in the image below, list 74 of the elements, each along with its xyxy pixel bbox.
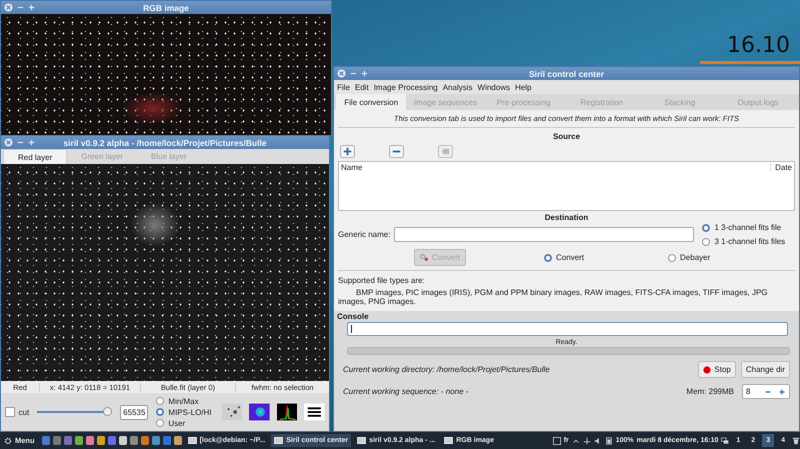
threads-spin-field[interactable]: 8 — [742, 384, 790, 399]
menu-icon[interactable] — [304, 403, 326, 421]
convert-icon — [420, 253, 429, 262]
menu-item[interactable]: Help — [514, 82, 532, 92]
radio-label: User — [168, 418, 186, 428]
close-icon[interactable] — [337, 69, 346, 78]
false-color-preview-icon[interactable] — [249, 403, 270, 421]
column-header[interactable]: Date — [770, 163, 792, 172]
radio-label: 1 3-channel fits file — [714, 223, 782, 232]
stop-button[interactable]: Stop — [698, 361, 736, 378]
radio-label: Convert — [556, 253, 584, 262]
histogram-icon[interactable] — [276, 403, 298, 421]
menu-item[interactable]: File — [337, 82, 350, 92]
battery-icon[interactable] — [604, 436, 613, 444]
workspaces-icon[interactable] — [721, 436, 730, 444]
menu-item[interactable]: Edit — [354, 82, 369, 92]
minimize-icon[interactable] — [17, 4, 24, 11]
minimize-icon[interactable] — [350, 70, 357, 77]
window-title: RGB image — [143, 2, 189, 12]
minimize-icon[interactable] — [17, 139, 24, 146]
maximize-icon[interactable] — [28, 139, 35, 146]
window-title: Siril control center — [528, 68, 604, 78]
menu-item[interactable]: Analysis — [442, 82, 473, 92]
section-heading: Source — [552, 131, 582, 142]
memory-text: Mem: 299MB — [686, 387, 734, 396]
generic-name-field[interactable] — [394, 227, 694, 242]
menu-item[interactable]: Image Processing — [374, 82, 438, 92]
close-icon[interactable] — [4, 138, 13, 147]
remove-icon[interactable] — [389, 145, 404, 158]
radio-label: MIPS-LO/HI — [168, 408, 212, 416]
radio-label: Debayer — [680, 253, 710, 262]
radio-button[interactable] — [156, 419, 164, 427]
column-header[interactable]: Name — [341, 163, 362, 172]
file-list[interactable]: Name Date — [338, 161, 795, 211]
maximize-icon[interactable] — [28, 4, 35, 11]
layer-tab[interactable]: Red layer — [3, 149, 68, 164]
working-directory-text: Current working directory: /home/lock/Projet/Pictures/Bulle — [343, 365, 551, 374]
tab[interactable]: File conversion — [336, 94, 406, 110]
add-icon[interactable] — [340, 145, 355, 158]
radio-button[interactable] — [544, 254, 552, 262]
window-icon — [444, 437, 454, 444]
menu-item[interactable]: Windows — [478, 82, 510, 92]
gear-icon — [4, 436, 12, 444]
radio-label: Min/Max — [168, 396, 199, 406]
generic-name-label: Generic name: — [338, 230, 390, 239]
cutoff-value-field[interactable]: 65535 — [120, 404, 148, 420]
radio-label: 3 1-channel fits files — [714, 237, 786, 246]
radio-button[interactable] — [702, 238, 710, 246]
section-heading: Destination — [544, 212, 590, 223]
change-dir-button[interactable]: Change dir — [740, 361, 790, 378]
trash-icon[interactable] — [792, 436, 800, 444]
slider-thumb[interactable] — [103, 407, 112, 416]
window-icon — [357, 437, 366, 444]
plus-icon[interactable] — [778, 388, 786, 396]
radio-button[interactable] — [702, 224, 710, 232]
radio-button[interactable] — [668, 254, 676, 262]
window-icon — [188, 437, 197, 444]
window-title: siril v0.9.2 alpha - /home/lock/Projet/Pictures/Bulle — [63, 138, 267, 148]
radio-button[interactable] — [156, 408, 164, 416]
desktop-clock: 16.10 — [727, 33, 790, 58]
cut-checkbox[interactable] — [5, 407, 14, 417]
working-sequence-text: Current working sequence: - none - — [343, 387, 470, 396]
window-icon — [274, 437, 284, 444]
supported-types-heading: Supported file types are: — [338, 275, 426, 287]
maximize-icon[interactable] — [361, 70, 368, 77]
grayscale-preview-icon[interactable] — [222, 403, 242, 421]
console-input-field[interactable] — [347, 322, 788, 336]
radio-button[interactable] — [156, 397, 164, 405]
supported-types-list: BMP images, PIC images (IRIS), PGM and PPM binary images, RAW images, FITS-CFA images, TIFF images, JPG images, PNG images. — [338, 288, 795, 311]
speaker-icon[interactable] — [594, 436, 602, 444]
console-heading: Console — [337, 311, 370, 322]
cut-label: cut — [18, 408, 30, 416]
stop-dot-icon — [703, 366, 712, 374]
close-icon[interactable] — [4, 3, 13, 12]
